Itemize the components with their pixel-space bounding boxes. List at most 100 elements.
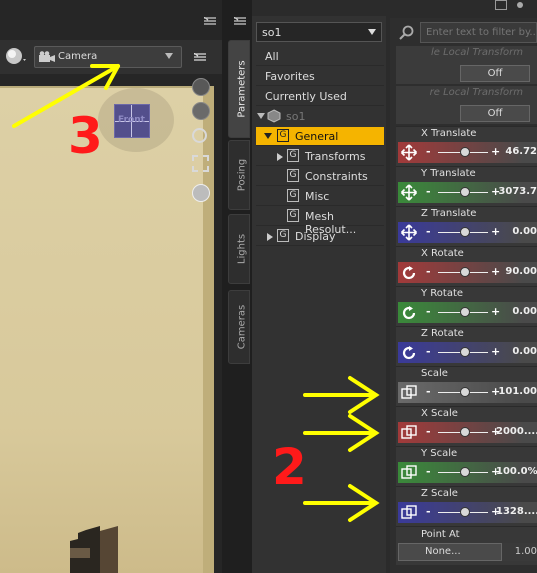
node-select[interactable]: so1	[256, 22, 382, 42]
annotation-number-3: 3	[68, 107, 103, 165]
param-slider[interactable]: - +101.00	[398, 382, 537, 403]
camera-icon	[39, 51, 55, 62]
param-name: Point At	[421, 529, 460, 540]
decrement-icon[interactable]: -	[426, 465, 431, 478]
filter-field[interactable]	[420, 22, 537, 43]
slider-knob[interactable]	[460, 227, 470, 237]
expand-arrow-icon[interactable]	[277, 153, 283, 161]
slider-knob[interactable]	[460, 387, 470, 397]
expand-arrow-icon[interactable]	[267, 233, 273, 241]
viewport-options-icon[interactable]	[194, 53, 206, 63]
tab-menu-icon[interactable]	[234, 17, 246, 27]
scale-icon	[401, 425, 417, 439]
decrement-icon[interactable]: -	[426, 505, 431, 518]
panel-icon[interactable]	[495, 0, 507, 10]
tree-group-label: Constraints	[305, 170, 368, 183]
param-slider[interactable]: - +0.00	[398, 222, 537, 243]
decrement-icon[interactable]: -	[426, 225, 431, 238]
decrement-icon[interactable]: -	[426, 145, 431, 158]
param-slider[interactable]: - +46.72	[398, 142, 537, 163]
param-value[interactable]: 2000....	[496, 426, 537, 437]
local-transform-toggle-2[interactable]: Off	[460, 105, 530, 122]
param-value[interactable]: 0.00	[496, 306, 537, 317]
param-value[interactable]: 100.0%	[496, 466, 537, 477]
group-icon: G	[287, 149, 299, 162]
point-at-button[interactable]: None...	[398, 543, 502, 561]
scale-icon	[401, 465, 417, 479]
zoom-icon[interactable]	[192, 128, 207, 143]
tree-node-so1[interactable]: so1	[256, 107, 384, 126]
group-icon: G	[287, 189, 299, 202]
slider-knob[interactable]	[460, 187, 470, 197]
decrement-icon[interactable]: -	[426, 345, 431, 358]
slider-knob[interactable]	[460, 427, 470, 437]
param-slider[interactable]: - +2000....	[398, 422, 537, 443]
tree-group-constraints[interactable]: G Constraints	[256, 167, 384, 186]
param-value[interactable]: 90.00	[496, 266, 537, 277]
tree-group-transforms[interactable]: G Transforms	[256, 147, 384, 166]
tree-group-mesh-resolution[interactable]: G Mesh Resolut...	[256, 207, 384, 236]
param-name: X Translate	[421, 128, 477, 139]
param-value[interactable]: 0.00	[496, 226, 537, 237]
slider-knob[interactable]	[460, 267, 470, 277]
tree-group-general[interactable]: G General	[256, 127, 384, 146]
param-row: Scale - +101.00	[396, 366, 537, 406]
tree-group-misc[interactable]: G Misc	[256, 187, 384, 206]
param-value[interactable]: 0.00	[496, 346, 537, 357]
tree-item-currently-used[interactable]: Currently Used	[256, 87, 384, 106]
param-row: Y Scale - +100.0%	[396, 446, 537, 486]
expand-arrow-icon[interactable]	[264, 133, 272, 139]
param-name: Z Scale	[421, 488, 458, 499]
tree-group-display[interactable]: G Display	[256, 227, 384, 246]
expand-arrow-icon[interactable]	[257, 113, 265, 119]
slider-knob[interactable]	[460, 147, 470, 157]
param-row: X Translate - +46.72	[396, 126, 537, 166]
slider-knob[interactable]	[460, 347, 470, 357]
param-value[interactable]: 46.72	[496, 146, 537, 157]
param-slider[interactable]: - +1328....	[398, 502, 537, 523]
tree-item-all[interactable]: All	[256, 47, 384, 66]
slider-knob[interactable]	[460, 507, 470, 517]
settings-icon[interactable]	[517, 2, 523, 8]
slider-knob[interactable]	[460, 307, 470, 317]
param-name: X Rotate	[421, 248, 464, 259]
orbit-icon[interactable]	[192, 78, 210, 96]
filter-input[interactable]	[421, 23, 536, 42]
viewport-menu-icon[interactable]	[204, 17, 216, 27]
decrement-icon[interactable]: -	[426, 265, 431, 278]
tab-cameras[interactable]: Cameras	[228, 290, 250, 364]
rotate-icon	[402, 346, 416, 360]
param-slider[interactable]: - +0.00	[398, 342, 537, 363]
tree-node-label: so1	[286, 110, 306, 123]
tab-parameters[interactable]: Parameters	[228, 40, 250, 138]
pan-icon[interactable]	[192, 102, 210, 120]
decrement-icon[interactable]: -	[426, 185, 431, 198]
param-value[interactable]: 101.00	[496, 386, 537, 397]
param-value[interactable]: 3073.7	[496, 186, 537, 197]
tree-item-label: All	[265, 50, 279, 63]
local-transform-row-2: re Local Transform Off	[396, 86, 537, 124]
param-slider[interactable]: - +3073.7	[398, 182, 537, 203]
param-name: re Local Transform	[429, 87, 523, 98]
slider-knob[interactable]	[460, 467, 470, 477]
frame-icon[interactable]	[192, 155, 209, 172]
param-value[interactable]: 1328....	[496, 506, 537, 517]
decrement-icon[interactable]: -	[426, 305, 431, 318]
home-icon[interactable]	[192, 184, 210, 202]
param-slider[interactable]: - +100.0%	[398, 462, 537, 483]
draw-style-icon[interactable]	[4, 45, 28, 67]
group-icon: G	[287, 169, 299, 182]
figure-node-icon	[267, 109, 281, 123]
tree-group-label: Transforms	[305, 150, 366, 163]
view-cube[interactable]: Front	[114, 104, 150, 138]
tree-item-favorites[interactable]: Favorites	[256, 67, 384, 86]
camera-select[interactable]: Camera	[34, 46, 182, 68]
local-transform-toggle-1[interactable]: Off	[460, 65, 530, 82]
rotate-icon	[402, 266, 416, 280]
decrement-icon[interactable]: -	[426, 385, 431, 398]
param-slider[interactable]: - +0.00	[398, 302, 537, 323]
param-name: Y Rotate	[421, 288, 464, 299]
tab-lights[interactable]: Lights	[228, 214, 250, 284]
param-slider[interactable]: - +90.00	[398, 262, 537, 283]
decrement-icon[interactable]: -	[426, 425, 431, 438]
